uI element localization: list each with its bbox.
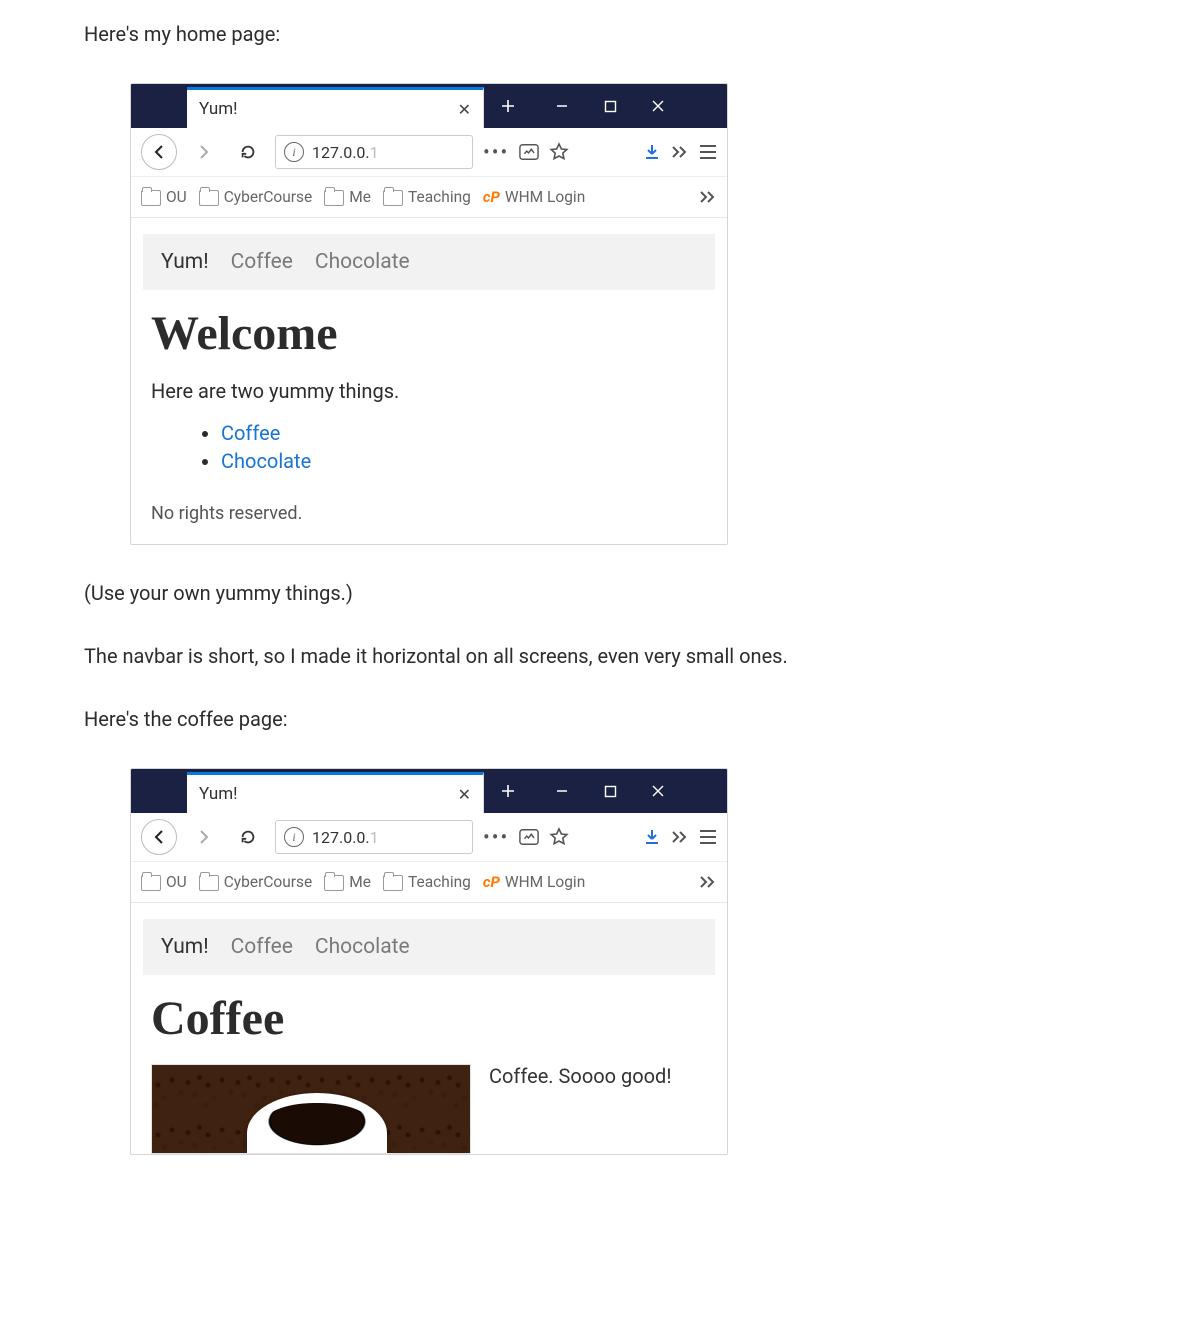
page-actions-icon[interactable]: •••: [483, 825, 509, 849]
page-actions-icon[interactable]: •••: [483, 140, 509, 164]
coffee-caption: Coffee. Soooo good!: [489, 1064, 671, 1088]
reader-icon[interactable]: [519, 143, 539, 161]
navbar-brand[interactable]: Yum!: [161, 935, 209, 959]
page-lead-text: Here are two yummy things.: [151, 379, 707, 403]
reader-icon[interactable]: [519, 828, 539, 846]
intro-text-1: Here's my home page:: [84, 20, 1140, 49]
page-link-list: Coffee Chocolate: [181, 421, 707, 473]
bookmark-folder[interactable]: Me: [324, 188, 371, 206]
maximize-button[interactable]: [586, 84, 634, 128]
close-tab-icon[interactable]: ✕: [458, 785, 471, 804]
link-chocolate[interactable]: Chocolate: [221, 449, 311, 473]
bookmark-star-icon[interactable]: [549, 827, 569, 847]
tab-title: Yum!: [199, 784, 458, 804]
browser-screenshot-home: Yum! ✕: [130, 83, 728, 545]
menu-icon[interactable]: [699, 829, 717, 845]
folder-icon: [141, 190, 161, 206]
intro-text-2: (Use your own yummy things.): [84, 579, 1140, 608]
bookmarks-overflow-icon[interactable]: [699, 875, 717, 889]
folder-icon: [324, 190, 344, 206]
navbar-link-coffee[interactable]: Coffee: [231, 935, 293, 959]
cpanel-icon: cP: [483, 873, 500, 891]
back-button[interactable]: [141, 819, 177, 855]
folder-icon: [199, 875, 219, 891]
folder-icon: [324, 875, 344, 891]
bookmark-folder[interactable]: Teaching: [383, 188, 471, 206]
bookmarks-overflow-icon[interactable]: [699, 190, 717, 204]
bookmark-link[interactable]: cPWHM Login: [483, 873, 585, 891]
downloads-icon[interactable]: [643, 828, 661, 846]
info-icon[interactable]: i: [284, 827, 304, 847]
folder-icon: [141, 875, 161, 891]
reload-button[interactable]: [231, 135, 265, 169]
browser-screenshot-coffee: Yum! ✕ i 127.0.0.1 •••: [130, 768, 728, 1155]
close-tab-icon[interactable]: ✕: [458, 100, 471, 119]
tab-title: Yum!: [199, 99, 458, 119]
page-content: Yum! Coffee Chocolate Coffee Coffee. Soo…: [131, 919, 727, 1154]
page-content: Yum! Coffee Chocolate Welcome Here are t…: [131, 234, 727, 524]
close-window-button[interactable]: [634, 84, 682, 128]
intro-text-4: Here's the coffee page:: [84, 705, 1140, 734]
bookmark-folder[interactable]: CyberCourse: [199, 188, 313, 206]
info-icon[interactable]: i: [284, 142, 304, 162]
browser-tab[interactable]: Yum! ✕: [187, 772, 484, 813]
new-tab-button[interactable]: [484, 769, 532, 813]
new-tab-button[interactable]: [484, 84, 532, 128]
minimize-button[interactable]: [538, 84, 586, 128]
link-coffee[interactable]: Coffee: [221, 421, 280, 445]
coffee-image: [151, 1064, 471, 1154]
page-heading: Coffee: [151, 991, 707, 1046]
address-bar[interactable]: i 127.0.0.1: [275, 135, 473, 169]
window-titlebar: Yum! ✕: [131, 769, 727, 813]
navbar-link-coffee[interactable]: Coffee: [231, 250, 293, 274]
list-item: Coffee: [221, 421, 707, 445]
forward-button[interactable]: [187, 135, 221, 169]
url-bar: i 127.0.0.1 •••: [131, 813, 727, 862]
navbar-brand[interactable]: Yum!: [161, 250, 209, 274]
url-text: 127.0.0.1: [312, 143, 379, 162]
bookmark-folder[interactable]: OU: [141, 188, 187, 206]
navbar-link-chocolate[interactable]: Chocolate: [315, 250, 410, 274]
forward-button[interactable]: [187, 820, 221, 854]
minimize-button[interactable]: [538, 769, 586, 813]
page-heading: Welcome: [151, 306, 707, 361]
folder-icon: [383, 190, 403, 206]
window-buttons: [484, 769, 727, 813]
url-text: 127.0.0.1: [312, 828, 379, 847]
bookmarks-bar: OU CyberCourse Me Teaching cPWHM Login: [131, 862, 727, 903]
overflow-chevron-icon[interactable]: [671, 145, 689, 159]
folder-icon: [199, 190, 219, 206]
bookmark-folder[interactable]: OU: [141, 873, 187, 891]
maximize-button[interactable]: [586, 769, 634, 813]
menu-icon[interactable]: [699, 144, 717, 160]
reload-button[interactable]: [231, 820, 265, 854]
bookmarks-bar: OU CyberCourse Me Teaching cPWHM Login: [131, 177, 727, 218]
window-buttons: [484, 84, 727, 128]
folder-icon: [383, 875, 403, 891]
list-item: Chocolate: [221, 449, 707, 473]
window-titlebar: Yum! ✕: [131, 84, 727, 128]
page-navbar: Yum! Coffee Chocolate: [143, 919, 715, 975]
page-footer: No rights reserved.: [151, 503, 707, 524]
bookmark-folder[interactable]: CyberCourse: [199, 873, 313, 891]
bookmark-link[interactable]: cPWHM Login: [483, 188, 585, 206]
url-bar: i 127.0.0.1 •••: [131, 128, 727, 177]
cpanel-icon: cP: [483, 188, 500, 206]
bookmark-folder[interactable]: Me: [324, 873, 371, 891]
bookmark-folder[interactable]: Teaching: [383, 873, 471, 891]
overflow-chevron-icon[interactable]: [671, 830, 689, 844]
address-bar[interactable]: i 127.0.0.1: [275, 820, 473, 854]
intro-text-3: The navbar is short, so I made it horizo…: [84, 642, 1140, 671]
back-button[interactable]: [141, 134, 177, 170]
navbar-link-chocolate[interactable]: Chocolate: [315, 935, 410, 959]
page-navbar: Yum! Coffee Chocolate: [143, 234, 715, 290]
downloads-icon[interactable]: [643, 143, 661, 161]
bookmark-star-icon[interactable]: [549, 142, 569, 162]
browser-tab[interactable]: Yum! ✕: [187, 87, 484, 128]
close-window-button[interactable]: [634, 769, 682, 813]
